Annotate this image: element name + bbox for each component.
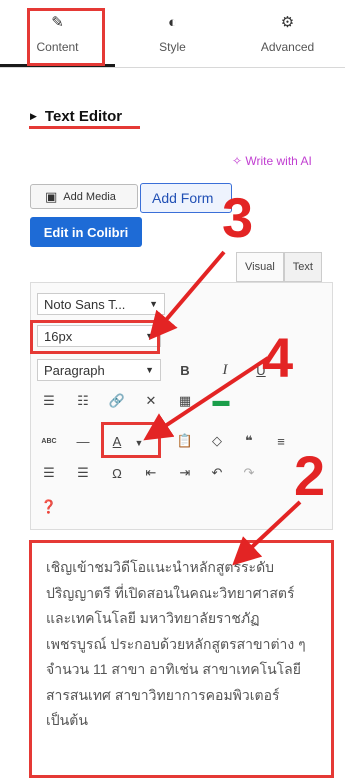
tab-advanced-label: Advanced bbox=[260, 40, 315, 54]
tab-visual[interactable]: Visual bbox=[236, 252, 284, 282]
tab-style[interactable]: ◐ Style bbox=[115, 0, 230, 67]
content-tab-highlight bbox=[27, 8, 105, 66]
section-header[interactable]: ▶ Text Editor bbox=[30, 108, 122, 125]
chevron-down-icon: ▼ bbox=[145, 365, 154, 375]
eraser-icon[interactable]: ◇ bbox=[207, 431, 227, 451]
fullscreen-icon[interactable]: ✕ bbox=[141, 391, 161, 411]
paragraph-format-select[interactable]: Paragraph ▼ bbox=[37, 359, 161, 381]
bold-button[interactable]: B bbox=[175, 360, 195, 380]
edit-in-colibri-button[interactable]: Edit in Colibri bbox=[30, 217, 142, 247]
add-media-label: Add Media bbox=[63, 190, 116, 203]
align-left-icon[interactable]: ≡ bbox=[271, 431, 291, 451]
italic-button[interactable]: I bbox=[215, 360, 235, 380]
tab-advanced[interactable]: ⚙ Advanced bbox=[230, 0, 345, 67]
bullet-list-icon[interactable]: ☰ bbox=[39, 391, 59, 411]
blockquote-icon[interactable]: ❝ bbox=[239, 431, 259, 451]
outdent-icon[interactable]: ⇤ bbox=[141, 463, 161, 483]
align-center-icon[interactable]: ☰ bbox=[39, 463, 59, 483]
tab-text-label: Text bbox=[292, 261, 313, 273]
annotation-number-3: 3 bbox=[222, 186, 254, 249]
add-form-label: Add Form bbox=[152, 190, 214, 206]
strikethrough-button[interactable]: ABC bbox=[39, 431, 59, 451]
add-media-button[interactable]: ▣ Add Media bbox=[30, 184, 138, 209]
edit-in-colibri-label: Edit in Colibri bbox=[43, 224, 129, 240]
paragraph-format-value: Paragraph bbox=[44, 362, 105, 378]
section-title: Text Editor bbox=[44, 108, 123, 125]
undo-icon[interactable]: ↶ bbox=[207, 463, 227, 483]
strikethrough-label: ABC bbox=[41, 437, 57, 445]
add-form-button[interactable]: Add Form bbox=[140, 183, 232, 213]
media-icon: ▣ bbox=[45, 188, 58, 204]
content-text: เชิญเข้าชมวิดีโอแนะนำหลักสูตรระดับปริญญา… bbox=[46, 559, 306, 728]
help-icon[interactable]: ❓ bbox=[39, 497, 59, 517]
special-character-icon[interactable]: Ω bbox=[107, 463, 127, 483]
write-with-ai-label: Write with AI bbox=[245, 154, 312, 168]
caret-right-icon: ▶ bbox=[30, 111, 37, 121]
tab-text[interactable]: Text bbox=[283, 252, 322, 282]
sparkle-icon: ✧ bbox=[232, 154, 246, 168]
horizontal-line-icon[interactable]: — bbox=[73, 431, 93, 451]
editor-content[interactable]: เชิญเข้าชมวิดีโอแนะนำหลักสูตรระดับปริญญา… bbox=[29, 540, 334, 778]
chat-icon[interactable]: ▬ bbox=[211, 391, 231, 411]
italic-label: I bbox=[222, 361, 228, 378]
chevron-down-icon: ▼ bbox=[149, 299, 158, 309]
gear-icon: ⚙ bbox=[280, 14, 295, 31]
tab-style-label: Style bbox=[159, 40, 186, 54]
table-icon[interactable]: ▦ bbox=[175, 391, 195, 411]
paste-text-icon[interactable]: 📋 bbox=[175, 431, 195, 451]
font-size-highlight bbox=[30, 320, 160, 354]
half-circle-icon: ◐ bbox=[167, 14, 178, 31]
annotation-number-2: 2 bbox=[294, 444, 326, 507]
section-underline bbox=[29, 126, 140, 129]
numbered-list-icon[interactable]: ☷ bbox=[73, 391, 93, 411]
align-right-icon[interactable]: ☰ bbox=[73, 463, 93, 483]
tab-visual-label: Visual bbox=[245, 261, 275, 273]
font-family-select[interactable]: Noto Sans T... ▼ bbox=[37, 293, 165, 315]
editor-mode-tabs: Visual Text bbox=[236, 252, 322, 282]
bold-label: B bbox=[180, 362, 190, 378]
text-color-highlight bbox=[101, 422, 161, 458]
link-icon[interactable]: 🔗 bbox=[107, 391, 127, 411]
annotation-number-4: 4 bbox=[262, 326, 294, 389]
write-with-ai-link[interactable]: ✧ Write with AI bbox=[232, 154, 312, 168]
indent-icon[interactable]: ⇥ bbox=[175, 463, 195, 483]
redo-icon[interactable]: ↷ bbox=[239, 463, 259, 483]
font-family-value: Noto Sans T... bbox=[44, 296, 126, 312]
